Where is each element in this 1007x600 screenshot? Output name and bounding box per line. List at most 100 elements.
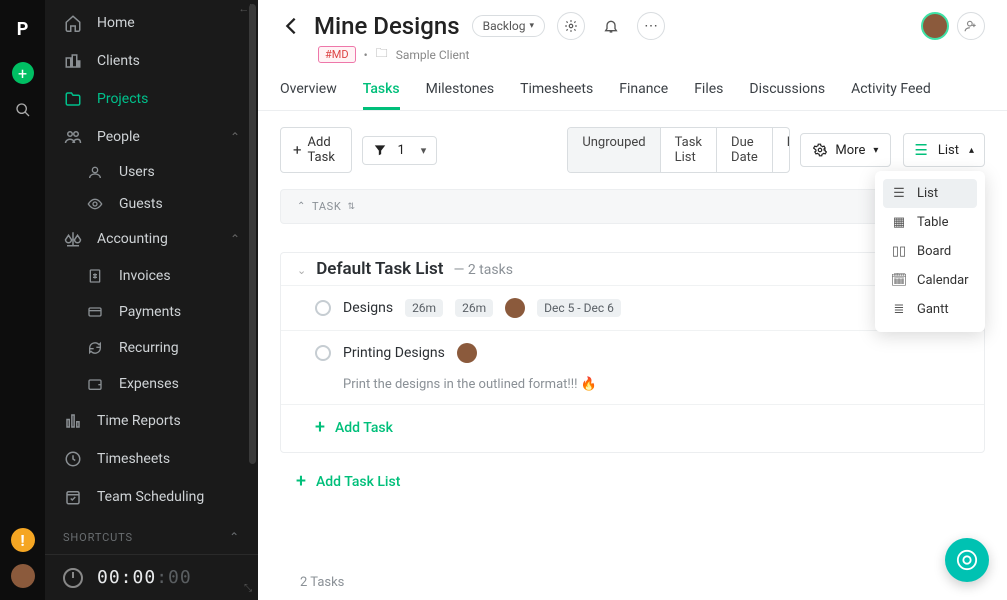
view-label: List: [938, 143, 959, 158]
nav-timesheets[interactable]: Timesheets: [45, 440, 258, 478]
task-assignee-avatar[interactable]: [457, 343, 477, 363]
task-row[interactable]: Printing Designs: [281, 330, 984, 375]
more-button[interactable]: More ▾: [800, 133, 891, 167]
nav-label: Accounting: [97, 231, 168, 247]
gear-icon: [813, 143, 827, 157]
tab-milestones[interactable]: Milestones: [426, 75, 495, 110]
view-option-list[interactable]: ☰ List: [883, 179, 977, 208]
app-logo[interactable]: P: [12, 18, 34, 40]
scales-icon: [63, 230, 83, 248]
add-tasklist-label: Add Task List: [316, 474, 400, 490]
rail-search-icon[interactable]: [15, 102, 31, 118]
breadcrumb-separator: •: [364, 48, 368, 62]
tab-discussions[interactable]: Discussions: [749, 75, 825, 110]
scrollbar-thumb[interactable]: [249, 4, 256, 464]
client-name[interactable]: Sample Client: [396, 48, 470, 62]
view-option-table[interactable]: ▦ Table: [883, 208, 977, 237]
nav-label: Invoices: [119, 268, 171, 284]
time-pill: 26m: [455, 299, 493, 317]
task-assignee-avatar[interactable]: [505, 298, 525, 318]
group-task-list[interactable]: Task List: [661, 128, 717, 172]
plus-icon: +: [293, 143, 302, 158]
group-priority[interactable]: Priority: [773, 128, 791, 172]
bar-chart-icon: [63, 412, 83, 430]
add-member-button[interactable]: [957, 12, 985, 40]
date-pill: Dec 5 - Dec 6: [537, 299, 621, 317]
nav-projects[interactable]: Projects: [45, 80, 258, 118]
rail-add-button[interactable]: +: [12, 62, 34, 84]
nav-payments[interactable]: Payments: [75, 294, 258, 330]
task-checkbox[interactable]: [315, 300, 331, 316]
nav-time-reports[interactable]: Time Reports: [45, 402, 258, 440]
status-label: Backlog: [483, 19, 526, 33]
notifications-button[interactable]: [597, 12, 625, 40]
nav-people[interactable]: People ⌃: [45, 118, 258, 156]
view-option-board[interactable]: ▯▯ Board: [883, 237, 977, 266]
more-menu-button[interactable]: ⋯: [637, 12, 665, 40]
table-icon: ▦: [891, 215, 907, 230]
nav-guests[interactable]: Guests: [75, 188, 258, 220]
add-task-button[interactable]: + Add Task: [280, 127, 352, 173]
folder-icon: [63, 90, 83, 108]
nav-home[interactable]: Home: [45, 4, 258, 42]
timer-bar[interactable]: 00:00:00: [45, 554, 258, 600]
wallet-icon: [85, 376, 105, 392]
section-title: Default Task List: [316, 259, 443, 279]
tab-overview[interactable]: Overview: [280, 75, 337, 110]
shortcuts-header[interactable]: SHORTCUTS ⌃: [45, 516, 258, 550]
nav-label: Timesheets: [97, 451, 170, 467]
footer-task-count: 2 Tasks: [300, 575, 344, 590]
sidebar-expand-handle[interactable]: ⤡: [244, 583, 252, 594]
view-option-label: Gantt: [917, 302, 949, 317]
tab-tasks[interactable]: Tasks: [363, 75, 400, 110]
view-option-label: Table: [917, 215, 948, 230]
nav-accounting[interactable]: Accounting ⌃: [45, 220, 258, 258]
view-option-calendar[interactable]: 🗓 Calendar: [883, 266, 977, 295]
chevron-down-icon: ▾: [529, 21, 534, 31]
settings-button[interactable]: [557, 12, 585, 40]
group-ungrouped[interactable]: Ungrouped: [568, 128, 660, 172]
rail-alert-badge[interactable]: !: [11, 528, 35, 552]
nav-label: Guests: [119, 196, 163, 212]
nav-expenses[interactable]: Expenses: [75, 366, 258, 402]
sort-icon: ⇅: [347, 202, 355, 212]
eye-icon: [85, 196, 105, 212]
nav-label: Expenses: [119, 376, 179, 392]
view-dropdown: ☰ List ▦ Table ▯▯ Board 🗓 Calendar: [875, 171, 985, 332]
nav-label: People: [97, 129, 140, 145]
nav-recurring[interactable]: Recurring: [75, 330, 258, 366]
chevron-down-icon: ▾: [873, 145, 878, 156]
tab-activity-feed[interactable]: Activity Feed: [851, 75, 931, 110]
chevron-down-icon: ⌄: [297, 264, 306, 277]
shortcuts-label: SHORTCUTS: [63, 531, 133, 544]
support-fab[interactable]: [945, 538, 989, 582]
plus-icon: +: [315, 417, 325, 438]
section-count: — 2 tasks: [453, 262, 513, 278]
filter-count: 1: [397, 143, 404, 158]
nav-users[interactable]: Users: [75, 156, 258, 188]
tab-finance[interactable]: Finance: [619, 75, 668, 110]
chevron-up-icon: ⌃: [230, 232, 240, 246]
rail-user-avatar[interactable]: [11, 564, 35, 588]
back-button[interactable]: [280, 15, 302, 37]
status-selector[interactable]: Backlog ▾: [472, 15, 545, 37]
view-selector[interactable]: ☰ List ▴: [903, 133, 985, 167]
project-title: Mine Designs: [314, 12, 460, 40]
tab-files[interactable]: Files: [694, 75, 723, 110]
add-task-inline[interactable]: + Add Task: [281, 404, 984, 452]
nav-invoices[interactable]: Invoices: [75, 258, 258, 294]
group-due-date[interactable]: Due Date: [717, 128, 773, 172]
view-option-gantt[interactable]: ≣ Gantt: [883, 295, 977, 324]
add-task-label: Add Task: [308, 135, 340, 165]
task-checkbox[interactable]: [315, 345, 331, 361]
chevron-up-icon: ⌃: [229, 530, 240, 544]
clients-icon: [63, 52, 83, 70]
add-task-list[interactable]: + Add Task List: [280, 453, 985, 510]
view-option-label: List: [917, 186, 938, 201]
assignee-avatar[interactable]: [921, 12, 949, 40]
filter-button[interactable]: 1 ▾: [362, 136, 437, 165]
nav-team-scheduling[interactable]: Team Scheduling: [45, 478, 258, 516]
project-tag[interactable]: #MD: [318, 46, 356, 63]
nav-clients[interactable]: Clients: [45, 42, 258, 80]
tab-timesheets[interactable]: Timesheets: [520, 75, 593, 110]
